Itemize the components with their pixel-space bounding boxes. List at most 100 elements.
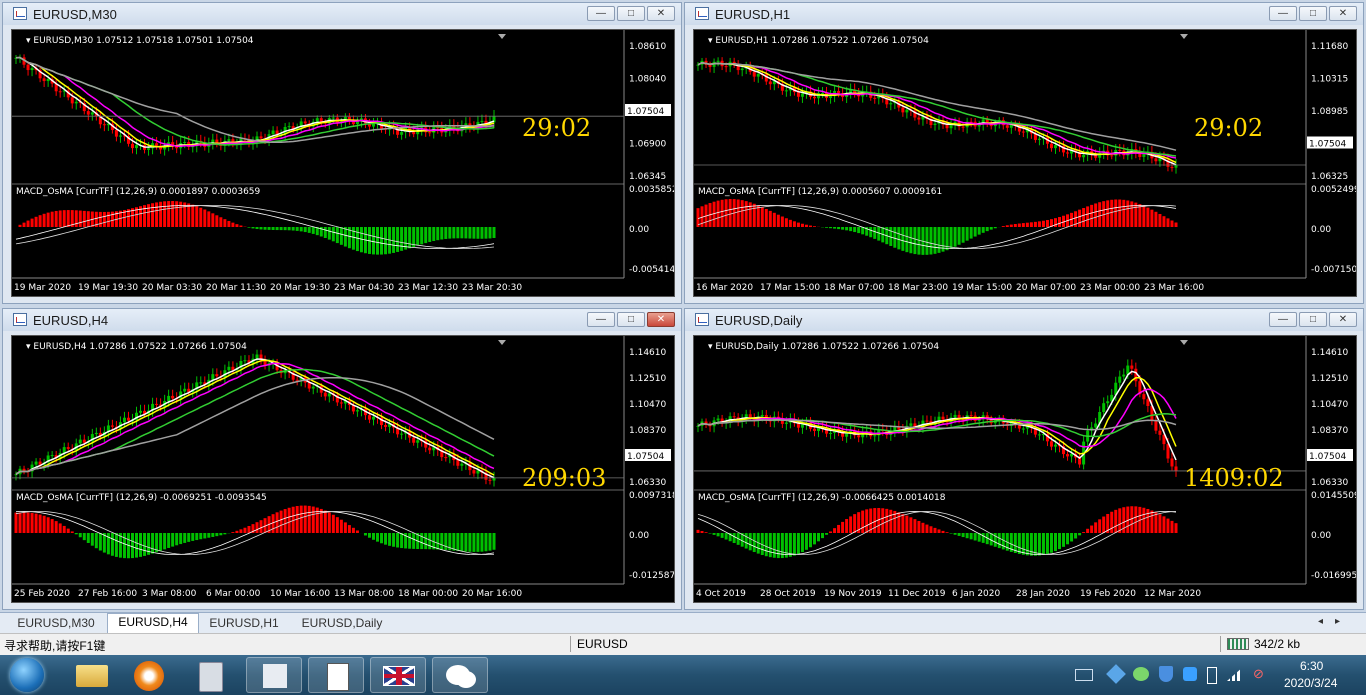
osma-bar [953,227,957,247]
osma-bar [171,201,175,227]
chart-app-icon[interactable] [246,657,302,693]
osma-bar [488,533,492,551]
clock-date[interactable]: 2020/3/24 [1284,676,1337,690]
osma-bar [933,227,937,254]
signal-bars-icon[interactable] [1227,667,1243,681]
flag-app-icon[interactable] [370,657,426,693]
app-tray-icon[interactable] [1183,667,1197,681]
maximize-button[interactable]: □ [617,6,645,21]
chart-area[interactable]: 1.14610 1.12510 1.10470 1.08370 1.07504 1.063… [693,335,1357,603]
candle-body [384,425,388,427]
osma-bar [877,227,881,241]
chart-window-h4[interactable]: EURUSD,H4 — □ ✕ 1.14610 1.12510 1.10470 1.0… [2,308,682,610]
price-tick-label: 1.06345 [629,172,666,182]
tab-eurusd-h1[interactable]: EURUSD,H1 [200,615,288,632]
candle-body [295,379,299,381]
osma-bar [235,530,239,533]
maximize-button[interactable]: □ [617,312,645,327]
osma-bar [1090,204,1094,227]
notepad-icon[interactable] [308,657,364,693]
maximize-button[interactable]: □ [1299,6,1327,21]
candle-body [155,403,159,405]
close-button[interactable]: ✕ [647,312,675,327]
osma-bar [953,533,957,535]
osma-bar [1041,220,1045,227]
chart-window-m30[interactable]: EURUSD,M30 — □ ✕ 1.08610 1.08040 1.07504 1.… [2,2,682,304]
tab-eurusd-daily[interactable]: EURUSD,Daily [292,615,392,632]
minimize-button[interactable]: — [1269,6,1297,21]
osma-bar [484,227,488,239]
time-tick-label: 23 Mar 04:30 [334,283,394,293]
osma-bar [1062,533,1066,547]
osma-bar [736,199,740,227]
osma-bar [800,223,804,227]
wechat-icon[interactable] [432,657,488,693]
system-tray: ⊘ [1075,655,1295,695]
price-tick-label: 1.14610 [1311,348,1348,358]
osma-tick-label: 0.00 [629,225,649,235]
osma-bar [857,227,861,234]
volume-muted-icon[interactable]: ⊘ [1253,667,1267,681]
shield-icon[interactable] [1159,666,1173,682]
window-titlebar[interactable]: EURUSD,H1 — □ ✕ [685,3,1363,25]
osma-bar [696,529,700,533]
osma-bar [82,210,86,227]
osma-bar [122,533,126,559]
minimize-button[interactable]: — [587,312,615,327]
candle-body [347,116,351,120]
osma-bar [376,227,380,255]
tab-eurusd-h4[interactable]: EURUSD,H4 [107,613,199,634]
osma-bar [977,227,981,235]
chart-area[interactable]: 1.11680 1.10315 1.08985 1.07504 1.06325 ▾ EUR… [693,29,1357,297]
osma-bar [347,525,351,533]
tab-scroll-arrows[interactable]: ◂▸ [1318,616,1352,627]
candle-body [167,395,171,402]
candle-body [1066,152,1070,154]
osma-bar [909,227,913,254]
chart-window-h1[interactable]: EURUSD,H1 — □ ✕ 1.11680 1.10315 1.08985 1.0… [684,2,1364,304]
clock-time[interactable]: 6:30 [1300,659,1323,673]
close-button[interactable]: ✕ [1329,6,1357,21]
maximize-button[interactable]: □ [1299,312,1327,327]
close-button[interactable]: ✕ [1329,312,1357,327]
osma-bar [1110,511,1114,533]
time-tick-label: 6 Jan 2020 [952,589,1000,599]
network-app-icon[interactable] [1106,664,1126,684]
chart-area[interactable]: 1.14610 1.12510 1.10470 1.08370 1.07504 1.063… [11,335,675,603]
osma-bar [299,505,303,533]
osma-bar [1110,199,1114,227]
osma-bar [143,533,147,556]
candle-body [800,93,804,97]
close-button[interactable]: ✕ [647,6,675,21]
status-bar: 寻求帮助,请按F1键 EURUSD 342/2 kb [0,633,1366,655]
osma-bar [215,215,219,227]
window-titlebar[interactable]: EURUSD,M30 — □ ✕ [3,3,681,25]
candle-body [243,360,247,362]
chart-area[interactable]: 1.08610 1.08040 1.07504 1.06900 1.06345 ▾ EUR… [11,29,675,297]
calculator-icon[interactable] [182,657,238,693]
osma-bar [251,227,255,229]
tab-eurusd-m30[interactable]: EURUSD,M30 [6,615,106,632]
battery-icon[interactable] [1207,667,1217,684]
osma-bar [949,227,953,249]
osma-bar [841,521,845,533]
osma-bar [1005,225,1009,227]
osma-bar [800,533,804,553]
osma-bar [929,227,933,255]
start-orb-icon[interactable] [10,658,44,692]
browser-icon[interactable] [122,657,178,693]
osma-bar [444,533,448,550]
window-titlebar[interactable]: EURUSD,H4 — □ ✕ [3,309,681,331]
window-titlebar[interactable]: EURUSD,Daily — □ ✕ [685,309,1363,331]
keyboard-icon[interactable] [1075,669,1093,681]
osma-bar [492,533,496,550]
osma-bar [1053,533,1057,552]
chart-window-daily[interactable]: EURUSD,Daily — □ ✕ 1.14610 1.12510 1.10470… [684,308,1364,610]
file-explorer-icon[interactable] [64,657,120,693]
minimize-button[interactable]: — [1269,312,1297,327]
wechat-tray-icon[interactable] [1133,667,1149,681]
osma-bar [175,201,179,227]
candle-body [1154,420,1158,431]
minimize-button[interactable]: — [587,6,615,21]
candle-body [135,145,139,149]
